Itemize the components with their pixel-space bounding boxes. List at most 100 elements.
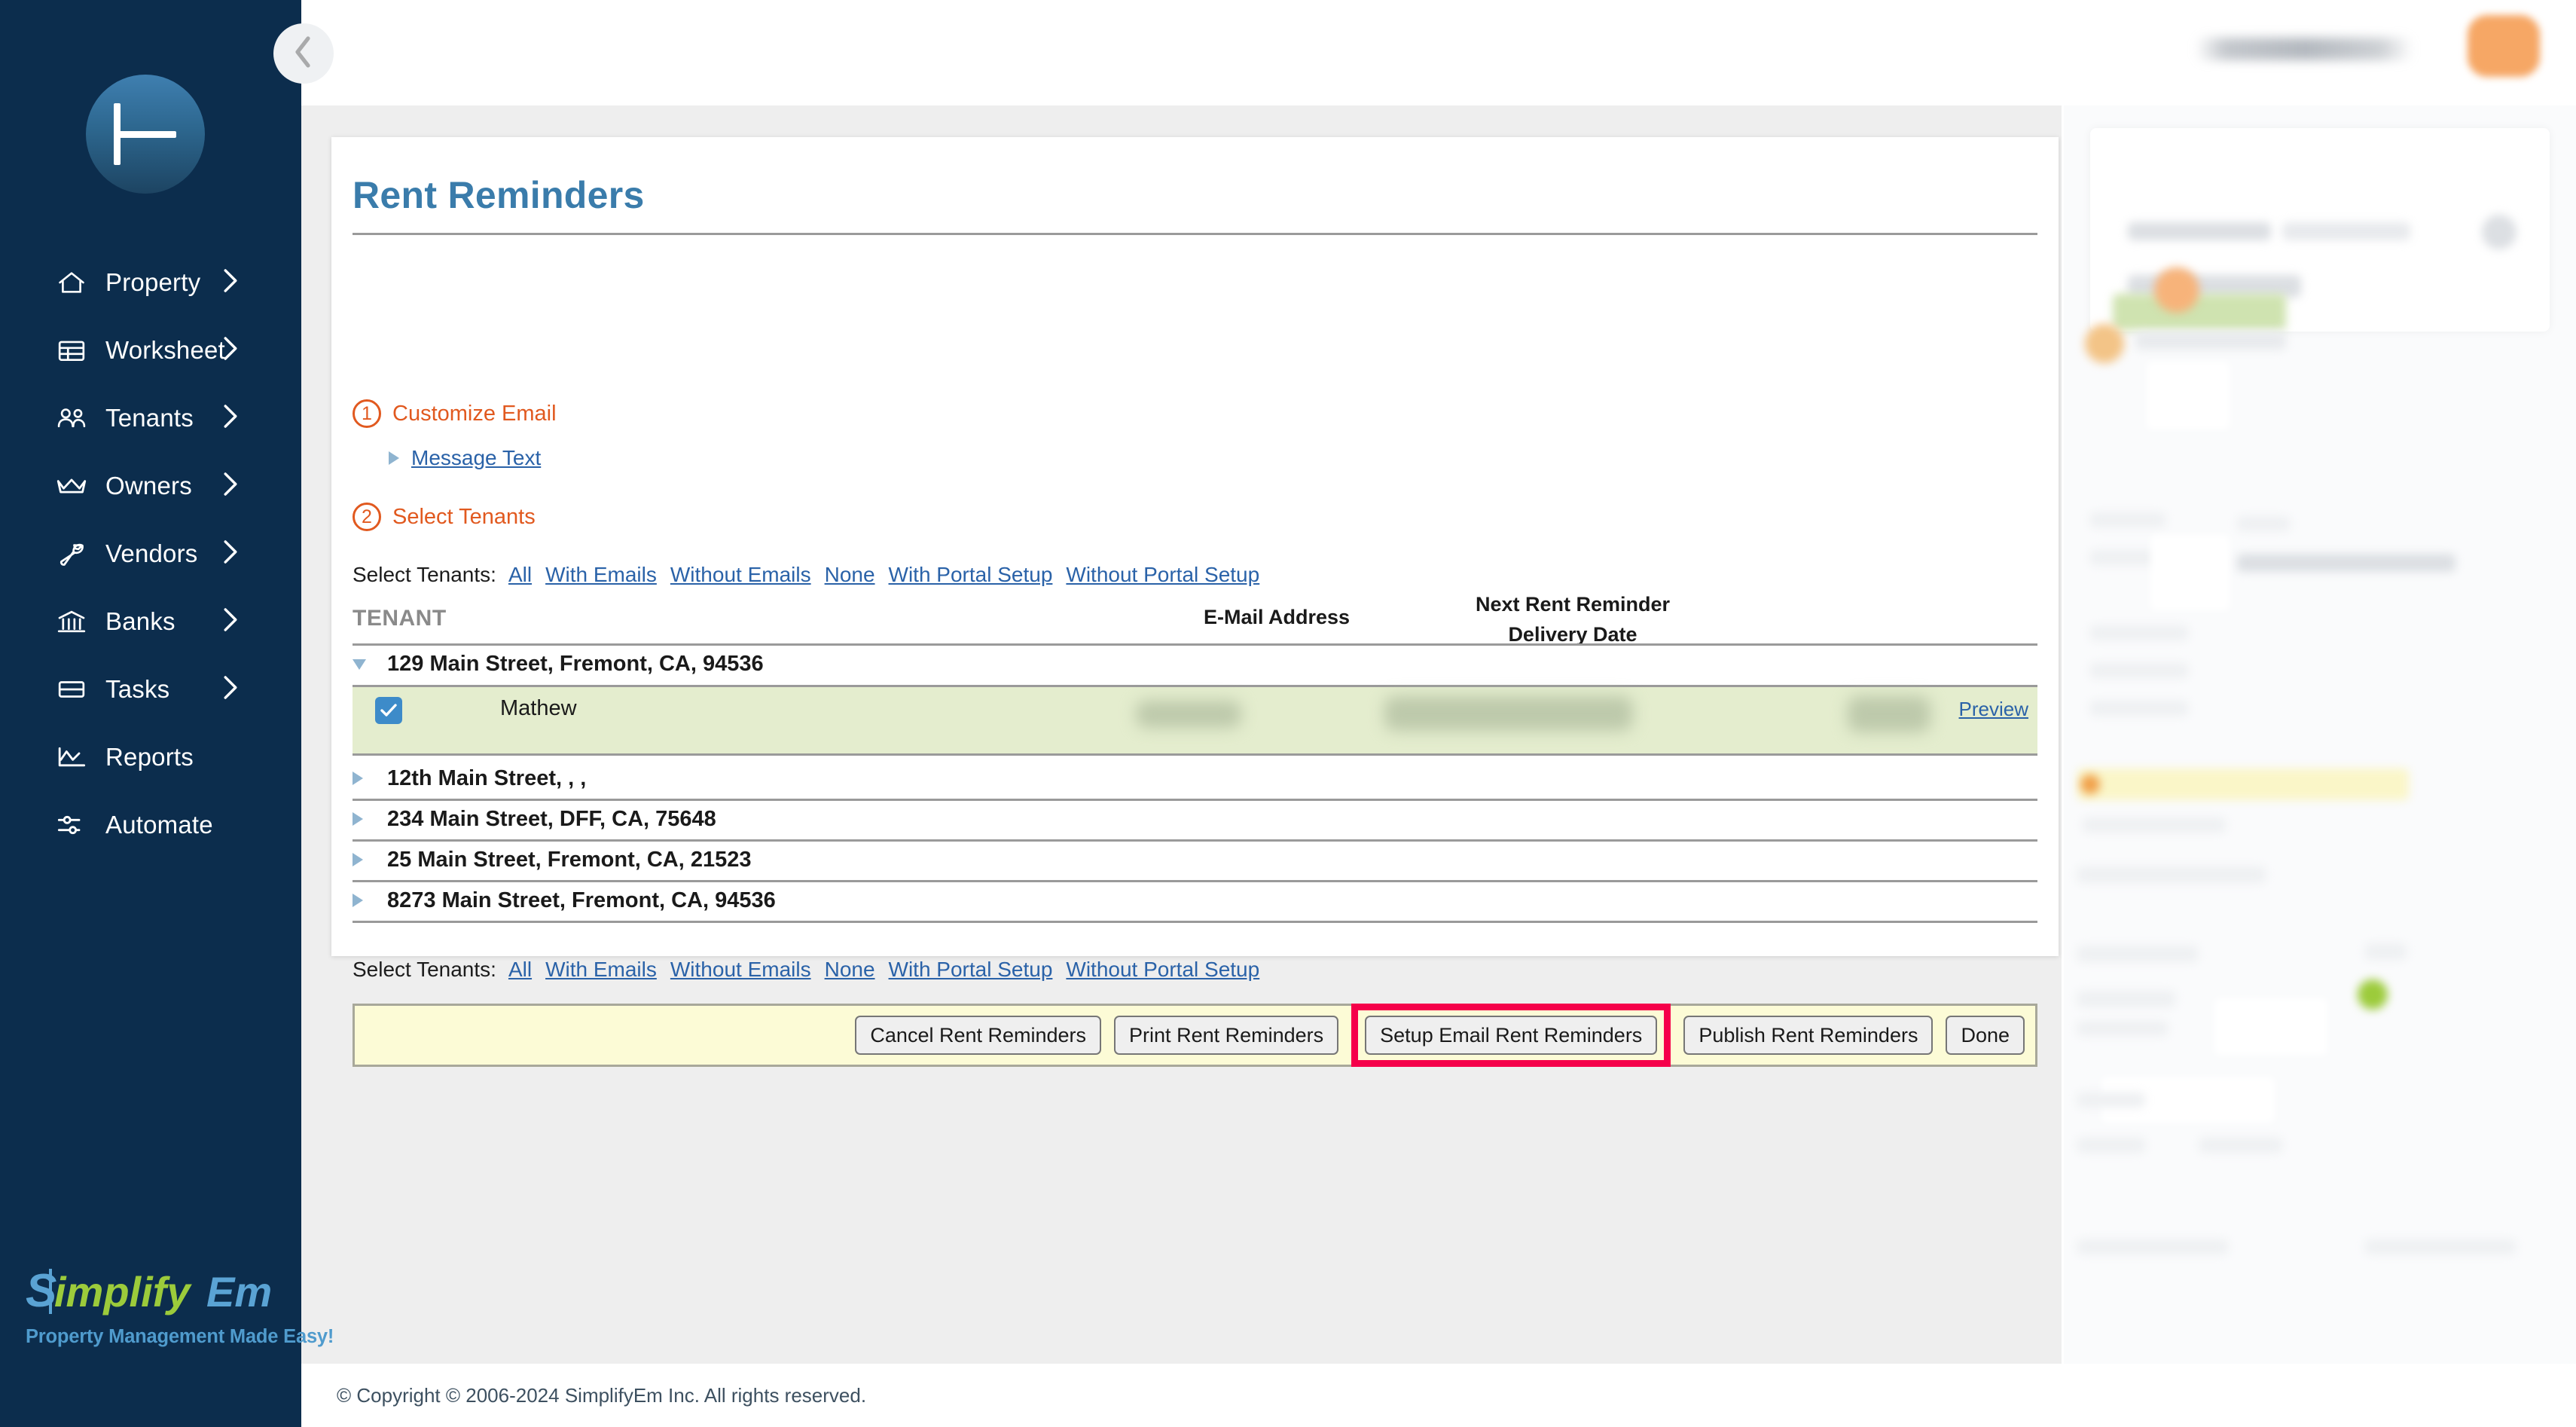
filter-link-all[interactable]: All: [508, 563, 532, 587]
table-header: TENANT E-Mail Address Next Rent Reminder…: [353, 589, 2037, 643]
right-panel-blur-bar: [2083, 817, 2226, 833]
right-panel-blur-bar: [2199, 1138, 2282, 1153]
tenant-checkbox[interactable]: [375, 697, 402, 724]
sidebar-item-automate[interactable]: Automate: [0, 791, 301, 859]
property-group-row[interactable]: 25 Main Street, Fremont, CA, 21523: [353, 839, 2037, 880]
filter-link-without-emails[interactable]: Without Emails: [670, 563, 811, 587]
chart-line-icon: [54, 742, 89, 772]
step-label: Select Tenants: [392, 505, 536, 530]
right-panel-blur-box: [2147, 362, 2230, 429]
tenant-email-redacted: [1384, 696, 1633, 731]
filter-link-with-emails[interactable]: With Emails: [545, 563, 657, 587]
filter-link-with-emails[interactable]: With Emails: [545, 958, 657, 982]
chevron-right-icon: [222, 539, 239, 569]
tenant-next-reminder-redacted: [1848, 696, 1930, 732]
right-panel-blur-bar: [2077, 991, 2175, 1007]
sidebar-item-vendors[interactable]: Vendors: [0, 520, 301, 588]
account-email-redacted: [2195, 38, 2413, 60]
right-panel-blur-bar: [2282, 222, 2410, 240]
app-root: Property Worksheet: [0, 0, 2576, 1427]
logo-wordmark: S implify Em: [26, 1264, 282, 1319]
sidebar-item-label: Automate: [105, 811, 213, 839]
publish-rent-reminders-button[interactable]: Publish Rent Reminders: [1683, 1016, 1933, 1055]
filter-link-none[interactable]: None: [825, 563, 875, 587]
preview-link[interactable]: Preview: [1959, 698, 2028, 721]
sidebar-item-tasks[interactable]: Tasks: [0, 655, 301, 723]
right-panel-blur-dot: [2154, 267, 2199, 313]
right-panel-blur-bar: [2077, 1021, 2168, 1036]
right-panel-blur-bar: [2090, 663, 2188, 678]
chevron-right-icon: [222, 404, 239, 433]
setup-email-rent-reminders-button[interactable]: Setup Email Rent Reminders: [1365, 1016, 1657, 1055]
select-tenants-label: Select Tenants:: [353, 958, 496, 982]
right-panel-blur-bar: [2077, 1239, 2228, 1254]
sidebar-collapse-button[interactable]: [273, 23, 334, 84]
column-header-tenant: TENANT: [353, 606, 447, 631]
footer: © Copyright © 2006-2024 SimplifyEm Inc. …: [301, 1364, 2576, 1427]
right-panel-blur-bar: [2077, 866, 2266, 883]
print-rent-reminders-button[interactable]: Print Rent Reminders: [1114, 1016, 1338, 1055]
message-text-link[interactable]: Message Text: [411, 446, 541, 470]
sidebar-item-owners[interactable]: Owners: [0, 452, 301, 520]
message-text-row[interactable]: Message Text: [389, 446, 541, 470]
property-group-row-expanded[interactable]: 129 Main Street, Fremont, CA, 94536: [353, 643, 2037, 685]
caret-down-icon[interactable]: [353, 659, 380, 670]
table-row[interactable]: Mathew Preview: [353, 685, 2037, 756]
select-tenants-label: Select Tenants:: [353, 563, 496, 587]
right-panel-blur-bar: [2077, 946, 2198, 962]
row-divider: [353, 921, 2037, 923]
right-panel-blur-dot: [2085, 324, 2124, 363]
sidebar-item-property[interactable]: Property: [0, 249, 301, 316]
sliders-icon: [54, 810, 89, 840]
avatar[interactable]: [2468, 15, 2540, 77]
rent-reminders-card: Rent Reminders 1 Customize Email Message…: [331, 137, 2059, 956]
select-tenants-filters-top: Select Tenants: All With Emails Without …: [353, 563, 1273, 587]
sidebar-item-worksheet[interactable]: Worksheet: [0, 316, 301, 384]
sidebar-item-label: Vendors: [105, 539, 198, 568]
add-button[interactable]: [86, 75, 205, 194]
filter-link-none[interactable]: None: [825, 958, 875, 982]
caret-right-icon[interactable]: [353, 894, 380, 907]
sidebar-item-reports[interactable]: Reports: [0, 723, 301, 791]
right-panel-blur-bar: [2135, 332, 2286, 350]
crown-icon: [54, 471, 89, 501]
plus-icon: [114, 131, 176, 138]
home-icon: [54, 267, 89, 298]
right-panel-blur-bar: [2090, 701, 2188, 716]
step-select-tenants: 2 Select Tenants: [353, 503, 536, 531]
filter-link-without-portal-setup[interactable]: Without Portal Setup: [1066, 958, 1259, 982]
done-button[interactable]: Done: [1946, 1016, 2025, 1055]
filter-link-with-portal-setup[interactable]: With Portal Setup: [889, 958, 1053, 982]
property-address: 234 Main Street, DFF, CA, 75648: [387, 807, 716, 832]
right-panel-blur-bar: [2113, 294, 2286, 330]
filter-link-without-portal-setup[interactable]: Without Portal Setup: [1066, 563, 1259, 587]
caret-right-icon[interactable]: [353, 812, 380, 826]
caret-right-icon[interactable]: [353, 853, 380, 866]
svg-text:S: S: [26, 1265, 56, 1317]
right-panel-blur-dot: [2482, 215, 2516, 249]
property-group-row[interactable]: 8273 Main Street, Fremont, CA, 94536: [353, 880, 2037, 921]
sidebar-item-banks[interactable]: Banks: [0, 588, 301, 655]
bank-icon: [54, 607, 89, 637]
sidebar-item-tenants[interactable]: Tenants: [0, 384, 301, 452]
right-panel-blur-bar: [2128, 222, 2271, 240]
sidebar-item-label: Owners: [105, 472, 192, 500]
property-group-row[interactable]: 234 Main Street, DFF, CA, 75648: [353, 799, 2037, 839]
right-panel-blur-bar: [2077, 1138, 2145, 1153]
property-address: 25 Main Street, Fremont, CA, 21523: [387, 848, 752, 872]
title-divider: [353, 233, 2037, 235]
column-header-next-reminder: Next Rent Reminder Delivery Date: [1399, 589, 1746, 649]
chevron-right-icon: [222, 268, 239, 298]
filter-link-all[interactable]: All: [508, 958, 532, 982]
cancel-rent-reminders-button[interactable]: Cancel Rent Reminders: [855, 1016, 1101, 1055]
right-panel-blur-bar: [2365, 943, 2407, 960]
right-panel-blur-bar: [2237, 516, 2290, 531]
filter-link-with-portal-setup[interactable]: With Portal Setup: [889, 563, 1053, 587]
svg-text:Em: Em: [206, 1268, 272, 1315]
caret-right-icon: [389, 451, 399, 465]
simplifyem-logo: S implify Em Property Management Made Ea…: [26, 1264, 282, 1348]
check-icon: [380, 702, 398, 719]
property-group-row[interactable]: 12th Main Street, , ,: [353, 758, 2037, 799]
filter-link-without-emails[interactable]: Without Emails: [670, 958, 811, 982]
caret-right-icon[interactable]: [353, 772, 380, 785]
